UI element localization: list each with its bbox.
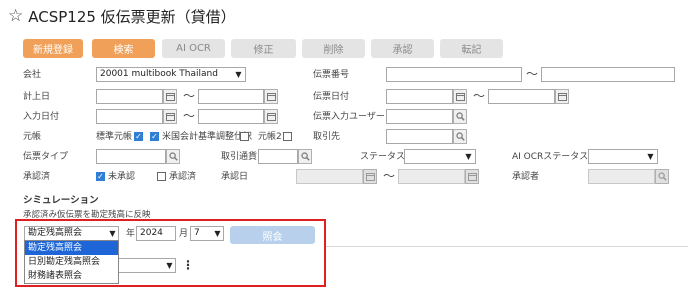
section-divider (326, 246, 688, 247)
calendar-icon[interactable] (264, 109, 278, 124)
report-type-dropdown: 勘定残高照会 日別勘定残高照会 財務諸表照会 (24, 240, 119, 284)
entry-date-to-input[interactable] (198, 109, 264, 124)
posting-date-to-input[interactable] (198, 89, 264, 104)
report-option[interactable]: 財務諸表照会 (25, 269, 118, 283)
report-type-select[interactable]: 勘定残高照会 (24, 226, 119, 241)
ledger-us-gaap-label: 米国会計基準調整仕訳 (162, 132, 253, 142)
entry-date-tilde: ～ (183, 109, 196, 123)
star-icon[interactable]: ☆ (8, 8, 23, 25)
month-chevron-down-icon: ▼ (214, 229, 221, 238)
approved-checkbox[interactable] (157, 172, 166, 181)
voucher-date-tilde: ～ (473, 89, 486, 103)
ledger-label: 元帳 (23, 132, 42, 142)
calendar-icon[interactable] (264, 89, 278, 104)
search-icon[interactable] (453, 109, 467, 124)
new-button[interactable]: 新規登録 (23, 39, 83, 58)
ai-ocr-status-label: AI OCRステータス (512, 152, 589, 162)
voucher-date-from-input[interactable] (386, 89, 453, 104)
ledger-us-gaap-extra-checkbox[interactable] (240, 132, 249, 141)
ledger-standard-label: 標準元帳 (96, 132, 133, 142)
month-value: 7 (194, 228, 200, 238)
posting-date-tilde: ～ (183, 89, 196, 103)
search-icon (655, 169, 669, 184)
search-icon[interactable] (298, 149, 312, 164)
secondary-chevron-down-icon: ▼ (166, 261, 173, 270)
entry-date-label: 入力日付 (23, 112, 60, 122)
report-option[interactable]: 勘定残高照会 (25, 241, 118, 255)
currency-input[interactable] (258, 149, 298, 164)
approver-input (588, 169, 655, 184)
company-label: 会社 (23, 70, 42, 80)
entry-date-from-input[interactable] (96, 109, 163, 124)
year-input[interactable]: 2024 (136, 226, 176, 241)
ledger-us-gaap-checkbox[interactable]: ✓ (150, 132, 159, 141)
voucher-no-from-input[interactable] (386, 67, 522, 82)
voucher-date-label: 伝票日付 (313, 92, 350, 102)
ai-ocr-status-chevron-down-icon: ▼ (647, 152, 654, 161)
year-value: 2024 (140, 228, 163, 238)
ledger-2-label: 元帳2 (258, 132, 282, 142)
calendar-icon[interactable] (453, 89, 467, 104)
partner-label: 取引先 (313, 132, 341, 142)
approver-label: 承認者 (512, 172, 540, 182)
approved-label: 承認済 (169, 172, 197, 182)
approval-date-tilde: ～ (383, 169, 396, 183)
apply-button[interactable]: 照会 (230, 226, 315, 244)
ledger-standard-checkbox[interactable]: ✓ (134, 132, 143, 141)
search-button[interactable]: 検索 (92, 39, 155, 58)
voucher-date-to-input[interactable] (488, 89, 555, 104)
calendar-icon (465, 169, 479, 184)
month-label: 月 (179, 229, 189, 239)
approval-date-from-input (296, 169, 363, 184)
approval-label: 承認済 (23, 172, 51, 182)
report-option[interactable]: 日別勘定残高照会 (25, 255, 118, 269)
unapproved-label: 未承認 (108, 172, 136, 182)
entry-user-label: 伝票入力ユーザー (313, 112, 385, 122)
edit-button[interactable]: 修正 (231, 39, 296, 58)
more-vertical-icon[interactable]: ⋮ (182, 259, 194, 271)
voucher-type-label: 伝票タイプ (23, 152, 69, 162)
calendar-icon[interactable] (163, 89, 177, 104)
status-label: ステータス (360, 152, 406, 162)
voucher-no-label: 伝票番号 (313, 70, 350, 80)
company-chevron-down-icon: ▼ (235, 70, 242, 79)
voucher-no-tilde: ～ (526, 67, 539, 81)
approve-button[interactable]: 承認 (371, 39, 434, 58)
status-chevron-down-icon: ▼ (465, 152, 472, 161)
search-icon[interactable] (166, 149, 180, 164)
approval-date-to-input (398, 169, 465, 184)
report-type-value: 勘定残高照会 (28, 228, 83, 238)
ledger-2-checkbox[interactable] (283, 132, 292, 141)
ai-ocr-button[interactable]: AI OCR (162, 39, 225, 58)
approval-date-label: 承認日 (221, 172, 249, 182)
posting-date-label: 計上日 (23, 92, 51, 102)
delete-button[interactable]: 削除 (302, 39, 365, 58)
post-button[interactable]: 転記 (440, 39, 503, 58)
calendar-icon (363, 169, 377, 184)
simulation-title: シミュレーション (23, 195, 99, 206)
unapproved-checkbox[interactable]: ✓ (96, 172, 105, 181)
voucher-no-to-input[interactable] (541, 67, 675, 82)
report-type-chevron-down-icon: ▼ (109, 229, 116, 238)
voucher-type-input[interactable] (96, 149, 166, 164)
search-icon[interactable] (453, 129, 467, 144)
calendar-icon[interactable] (555, 89, 569, 104)
calendar-icon[interactable] (163, 109, 177, 124)
partner-input[interactable] (386, 129, 453, 144)
entry-user-input[interactable] (386, 109, 453, 124)
currency-label: 取引通貨 (221, 152, 258, 162)
company-value: 20001 multibook Thailand (100, 69, 218, 79)
posting-date-from-input[interactable] (96, 89, 163, 104)
page-title-text: ACSP125 仮伝票更新（貸借） (28, 8, 236, 26)
company-select[interactable]: 20001 multibook Thailand (96, 67, 246, 82)
page-title: ☆ ACSP125 仮伝票更新（貸借） (8, 6, 236, 27)
year-label: 年 (126, 229, 136, 239)
